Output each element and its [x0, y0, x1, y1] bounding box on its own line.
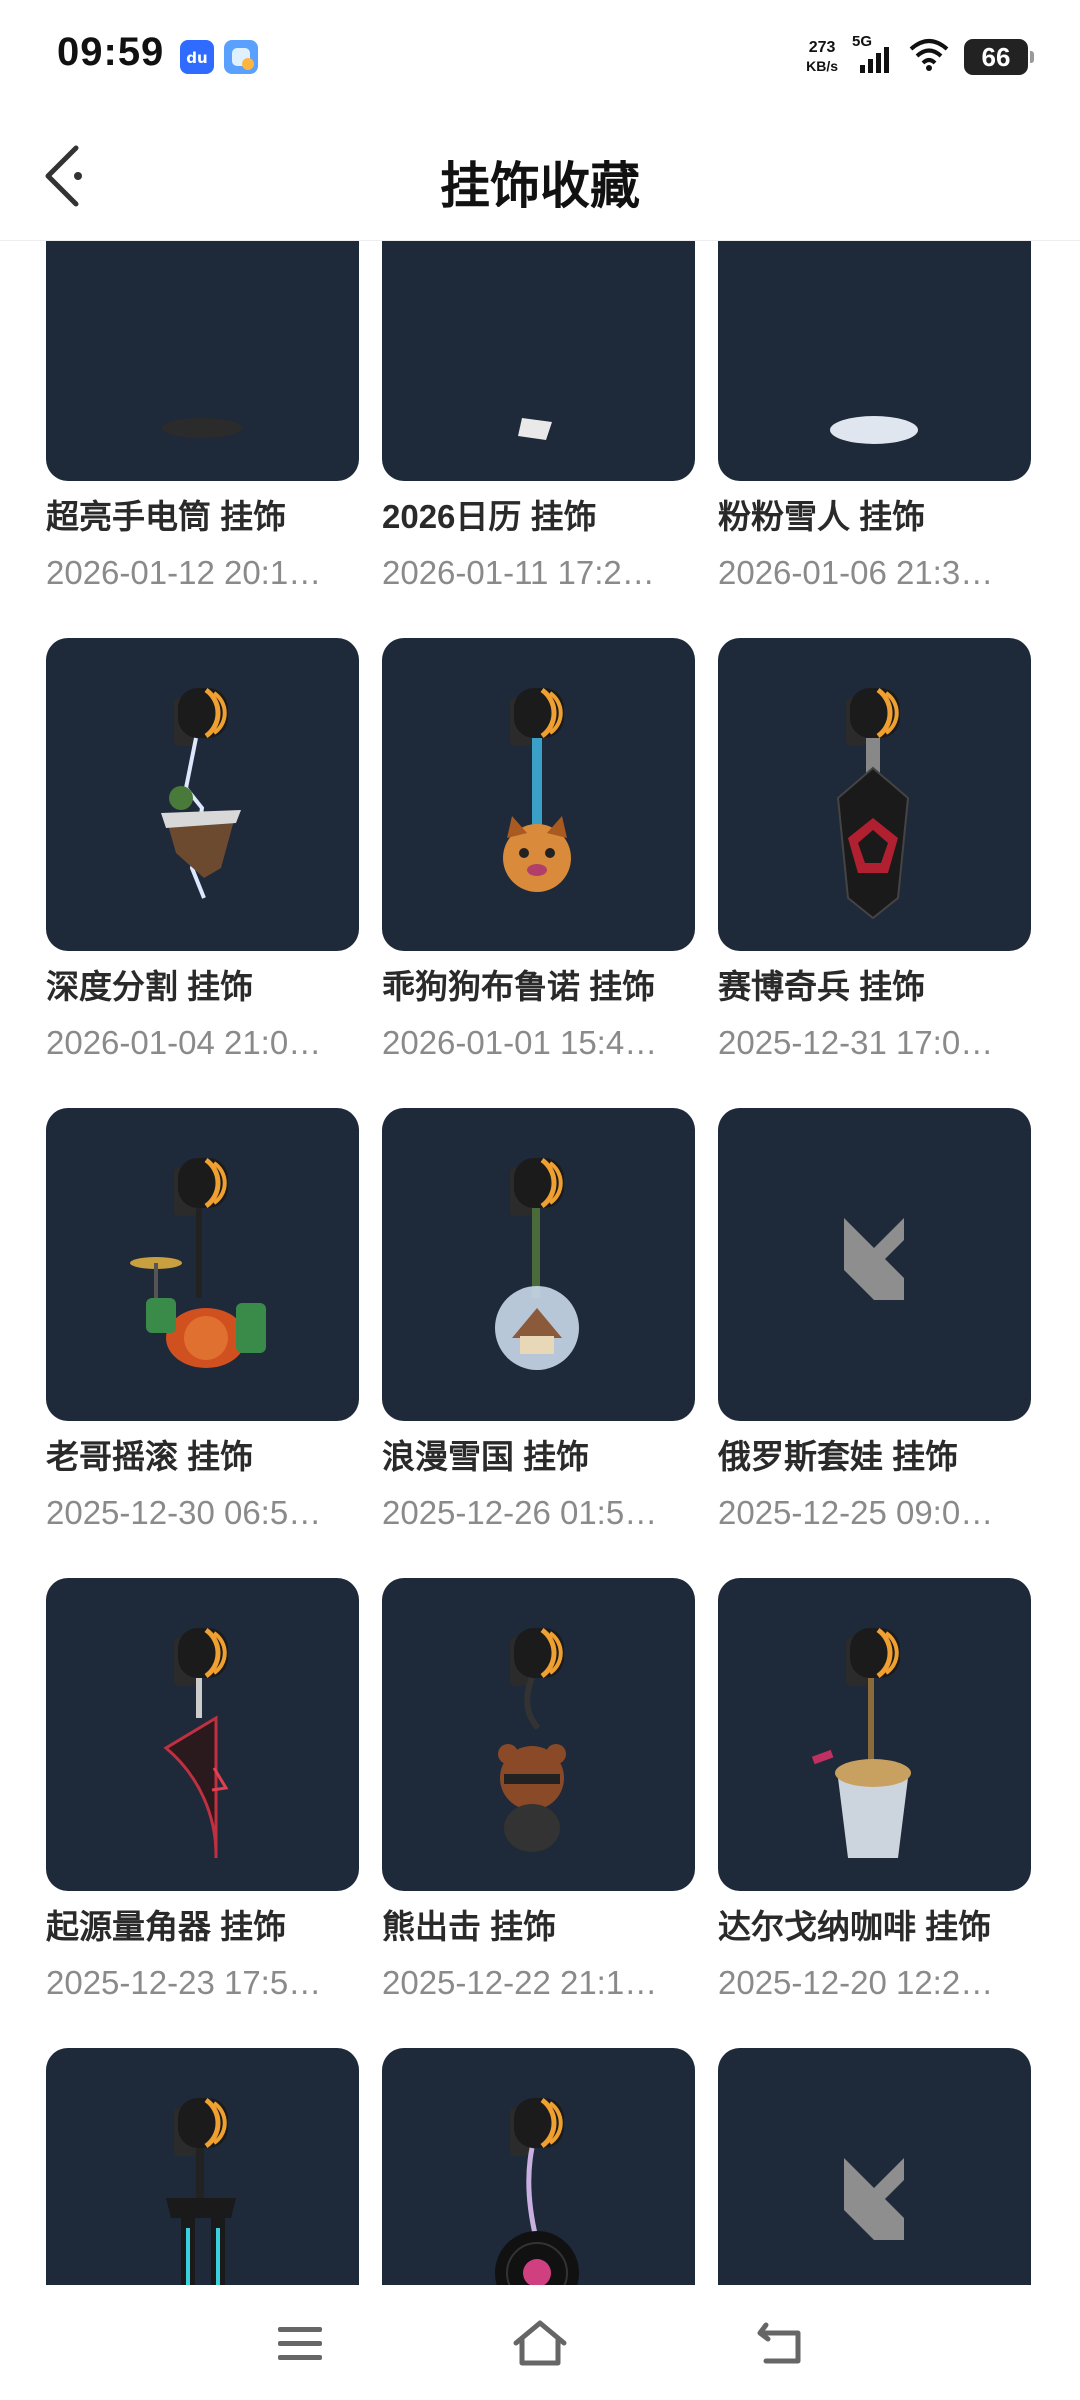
charm-name: 浪漫雪国 挂饰 [382, 1438, 590, 1475]
svg-text:du: du [186, 49, 207, 67]
charm-name: 赛博奇兵 挂饰 [718, 968, 926, 1005]
charm-dog-image [503, 687, 571, 892]
charm-date: 2025-12-30 06:5… [46, 1494, 322, 1531]
net-speed-value: 273 [808, 39, 836, 56]
charm-date: 2025-12-31 17:0… [718, 1024, 994, 1061]
charm-thumbnail[interactable] [718, 638, 1031, 951]
charm-card[interactable]: 赛博奇兵 挂饰 2025-12-31 17:0… [718, 638, 1031, 1065]
network-speed: 273 KB/s [806, 39, 838, 75]
charm-card[interactable]: 超亮手电筒 挂饰 2026-01-12 20:1… [46, 240, 359, 595]
charm-card[interactable]: 老哥摇滚 挂饰 2025-12-30 06:5… [46, 1108, 359, 1535]
charm-name: 2026日历 挂饰 [382, 498, 597, 535]
charm-date: 2026-01-06 21:3… [718, 554, 994, 591]
charm-card[interactable]: 爆能器 挂饰2025-12-19 07:2… [46, 2048, 359, 2285]
charm-name: 熊出击 挂饰 [382, 1908, 557, 1945]
charm-name: 达尔戈纳咖啡 挂饰 [718, 1908, 992, 1945]
charm-name: 粉粉雪人 挂饰 [718, 498, 926, 535]
charm-cyber-image [836, 687, 910, 920]
charm-name: 深度分割 挂饰 [46, 968, 254, 1005]
charm-card[interactable]: 深度分割 挂饰 2026-01-04 21:0… [46, 638, 359, 1065]
home-icon[interactable] [510, 2315, 570, 2371]
charm-bear-image [498, 1627, 566, 1852]
charm-date: 2025-12-22 21:1… [382, 1964, 658, 2001]
collection-grid[interactable]: 超亮手电筒 挂饰 2026-01-12 20:1… 2026日历 挂饰 2026-01… [0, 240, 1080, 2285]
system-nav-bar [0, 2285, 1080, 2400]
charm-placeholder-image [844, 1218, 904, 1300]
charm-date: 2026-01-01 15:4… [382, 1024, 658, 1061]
charm-snowglobe-image [495, 1157, 579, 1370]
menu-icon[interactable] [270, 2315, 330, 2371]
page-title: 挂饰收藏 [440, 158, 640, 214]
charm-date: 2026-01-12 20:1… [46, 554, 322, 591]
charm-date: 2025-12-20 12:2… [718, 1964, 994, 2001]
charm-card[interactable]: 源晶箱 挂饰2025-12-15 07:5… [718, 2048, 1031, 2285]
cellular-signal-icon: 5G [852, 33, 894, 77]
charm-thumbnail[interactable] [718, 1578, 1031, 1891]
charm-card[interactable]: 转换色调 挂饰2025-12-18 07:1… [382, 2048, 695, 2285]
wifi-icon [908, 37, 950, 78]
charm-card[interactable]: 起源量角器 挂饰 2025-12-23 17:5… [46, 1578, 359, 2005]
charm-thumbnail[interactable] [46, 240, 359, 481]
charm-snowman-image [830, 416, 918, 444]
app-notification-icon [224, 40, 258, 74]
charm-protractor-image [163, 1627, 229, 1859]
charm-thumbnail[interactable] [718, 2048, 1031, 2285]
baidu-app-icon: du [180, 40, 214, 74]
charm-thumbnail[interactable] [382, 240, 695, 481]
charm-date: 2025-12-26 01:5… [382, 1494, 658, 1531]
charm-thumbnail[interactable] [382, 638, 695, 951]
charm-card[interactable]: 乖狗狗布鲁诺 挂饰 2026-01-01 15:4… [382, 638, 695, 1065]
status-indicators: 273 KB/s 5G 66 [806, 32, 1034, 82]
charm-card[interactable]: 浪漫雪国 挂饰 2025-12-26 01:5… [382, 1108, 695, 1535]
charm-thumbnail[interactable] [382, 2048, 695, 2285]
charm-thumbnail[interactable] [718, 1108, 1031, 1421]
charm-card[interactable]: 达尔戈纳咖啡 挂饰 2025-12-20 12:2… [718, 1578, 1031, 2005]
charm-name: 起源量角器 挂饰 [46, 1908, 287, 1945]
charm-thumbnail[interactable] [382, 1108, 695, 1421]
charm-date: 2025-12-23 17:5… [46, 1964, 322, 2001]
charm-name: 乖狗狗布鲁诺 挂饰 [382, 968, 656, 1005]
charm-thumbnail[interactable] [382, 1578, 695, 1891]
charm-name: 超亮手电筒 挂饰 [46, 498, 287, 535]
battery-level: 66 [981, 41, 1011, 72]
charm-name: 俄罗斯套娃 挂饰 [718, 1438, 959, 1475]
charm-placeholder-image [844, 2158, 904, 2240]
battery-icon: 66 [964, 39, 1034, 75]
charm-thumbnail[interactable] [46, 1108, 359, 1421]
header: 挂饰收藏 [0, 110, 1080, 241]
charm-card[interactable]: 粉粉雪人 挂饰 2026-01-06 21:3… [718, 240, 1031, 595]
charm-card[interactable]: 熊出击 挂饰 2025-12-22 21:1… [382, 1578, 695, 2005]
back-icon[interactable] [752, 2315, 812, 2371]
charm-drums-image [130, 1157, 266, 1368]
status-bar: 09:59 du 273 KB/s 5G 66 [0, 0, 1080, 110]
charm-thumbnail[interactable] [718, 240, 1031, 481]
status-time: 09:59 [57, 30, 165, 74]
charm-card[interactable]: 俄罗斯套娃 挂饰 2025-12-25 09:0… [718, 1108, 1031, 1535]
charm-date: 2025-12-25 09:0… [718, 1494, 994, 1531]
charm-name: 老哥摇滚 挂饰 [46, 1438, 254, 1475]
net-speed-unit: KB/s [806, 58, 838, 74]
charm-thumbnail[interactable] [46, 638, 359, 951]
charm-flashlight-image [162, 418, 242, 438]
charm-thumbnail[interactable] [46, 2048, 359, 2285]
charm-date: 2026-01-04 21:0… [46, 1024, 322, 1061]
charm-coffee-image [811, 1627, 911, 1858]
charm-card[interactable]: 2026日历 挂饰 2026-01-11 17:2… [382, 240, 695, 595]
charm-thumbnail[interactable] [46, 1578, 359, 1891]
charm-blaster-image [166, 2097, 236, 2285]
charm-date: 2026-01-11 17:2… [382, 554, 655, 591]
charm-island-image [161, 687, 241, 899]
charm-vinyl-image [495, 2097, 579, 2285]
charm-calendar-image [518, 418, 552, 440]
